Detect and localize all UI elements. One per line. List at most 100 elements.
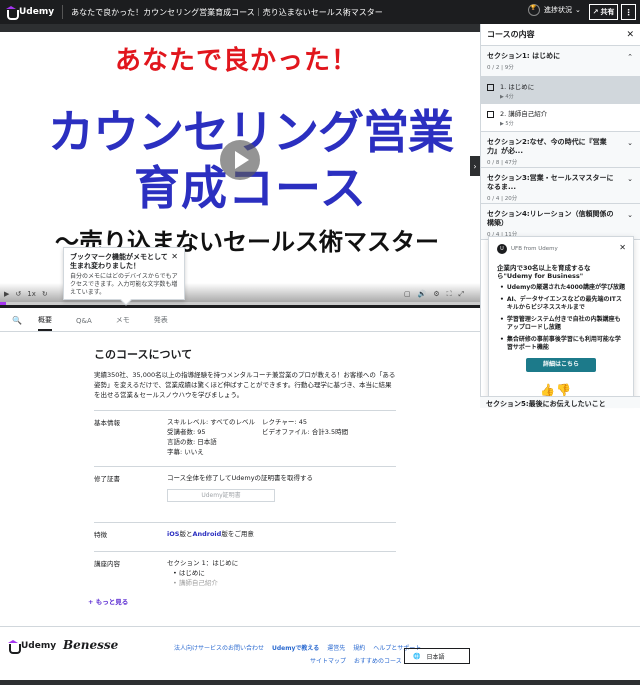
- promo-header: U UFB from Udemy: [497, 244, 625, 254]
- globe-icon: 🌐: [413, 652, 421, 660]
- cert-label: 修了証書: [94, 475, 120, 483]
- sidebar-toggle-icon[interactable]: ›: [470, 156, 480, 176]
- tab-overview[interactable]: 概要: [38, 315, 52, 331]
- footer-udemy-logo[interactable]: Udemy: [8, 640, 57, 654]
- section-meta: 0 / 4 | 20分: [487, 196, 518, 202]
- info-col2: レクチャー: 45 ビデオファイル: 合計3.5時間: [262, 417, 348, 437]
- footer-link-teach[interactable]: Udemyで教える: [272, 643, 319, 652]
- section-2[interactable]: セクション2:なぜ、今の時代に『営業力』が必... 0 / 8 | 47分 ⌄: [481, 132, 640, 168]
- chevron-down-icon: ⌄: [627, 175, 633, 183]
- share-label: 共有: [600, 8, 615, 16]
- footer-udemy-text: Udemy: [21, 641, 57, 651]
- fullscreen-icon[interactable]: ⛶: [447, 290, 452, 299]
- footer-links-row1: 法人向けサービスのお問い合わせ Udemyで教える 運営先 規約 ヘルプとサポー…: [174, 643, 421, 652]
- search-icon[interactable]: 🔍: [12, 316, 22, 331]
- ios-link[interactable]: iOS: [167, 530, 179, 538]
- divider: [62, 5, 64, 19]
- skill-level: スキルレベル: すべてのレベル: [167, 418, 256, 426]
- cert-text: コース全体を修了してUdemyの証明書を取得する: [167, 474, 314, 482]
- settings-icon[interactable]: ⚙: [433, 290, 439, 299]
- lecture-duration: ▶ 5分: [500, 121, 514, 127]
- features-mid: 版と: [179, 530, 193, 538]
- share-icon: ↗: [592, 8, 599, 16]
- udemy-logo-icon: [6, 6, 19, 20]
- lecture-duration: ▶ 4分: [500, 94, 514, 100]
- info-col1: スキルレベル: すべてのレベル 受講者数: 95 言語の数: 日本語 字幕: い…: [167, 417, 255, 457]
- section-4[interactable]: セクション4:リレーション（信頼関係の構築） 0 / 4 | 11分 ⌄: [481, 204, 640, 240]
- section-title: セクション4:リレーション（信頼関係の構築）: [487, 210, 614, 227]
- controls-right: ▢ 🔊 ⚙ ⛶ ⤢: [404, 290, 464, 299]
- android-link[interactable]: Android: [192, 530, 221, 538]
- lecture-item-1[interactable]: 1. はじめに ▶ 4分: [481, 77, 640, 104]
- footer-link-sitemap[interactable]: サイトマップ: [310, 656, 346, 665]
- forward-icon[interactable]: ↻: [42, 290, 48, 298]
- about-description: 実績350社、35,000名以上の指導経験を持つメンタルコーチ兼営業のプロが教え…: [94, 371, 396, 399]
- thumbs-up-icon[interactable]: 👍: [540, 383, 555, 397]
- list-item: 集合研修の事前事後学習にも利用可能な学習サポート機能: [500, 336, 625, 352]
- promo-from: UFB from Udemy: [511, 246, 558, 252]
- footer-link-terms[interactable]: 規約: [353, 643, 365, 652]
- lecture-title: 1. はじめに: [500, 83, 535, 91]
- share-button[interactable]: ↗ 共有: [589, 4, 618, 20]
- tab-bar: 🔍 概要 Q&A メモ 発表: [0, 308, 480, 332]
- features-row: 特徴 iOS版とAndroid版をご用意: [94, 522, 396, 550]
- chevron-up-icon: ⌃: [627, 53, 633, 61]
- show-more-link[interactable]: + もっと見る: [88, 596, 128, 606]
- bottom-bar: [0, 680, 640, 685]
- course-title[interactable]: あなたで良かった！カウンセリング営業育成コース｜売り込まないセールス術マスター: [71, 7, 383, 18]
- footer-link-company[interactable]: 運営先: [327, 643, 345, 652]
- list-item: Udemyの厳選された4000講座が学び放題: [500, 284, 625, 292]
- tab-notes[interactable]: メモ: [116, 315, 130, 331]
- progress-label: 進捗状況: [544, 6, 572, 14]
- trophy-icon: [528, 4, 540, 16]
- play-icon[interactable]: [220, 140, 260, 180]
- progress-button[interactable]: 進捗状況 ⌄: [528, 4, 581, 16]
- sidebar-header: コースの内容 ✕: [481, 24, 640, 46]
- more-icon: ⋮: [624, 7, 633, 17]
- rewind-icon[interactable]: ↺: [15, 290, 21, 298]
- close-icon[interactable]: ✕: [619, 243, 626, 252]
- bookmark-tooltip: ブックマーク機能がメモとして生まれ変わりました！ 自分のメモにはどのデバイスから…: [63, 247, 185, 306]
- lecture-title: 2. 講師自己紹介: [500, 110, 548, 118]
- chevron-down-icon: ⌄: [575, 6, 581, 14]
- curriculum-label: 講座内容: [94, 560, 120, 568]
- section-3[interactable]: セクション3:営業・セールスマスターになるま... 0 / 4 | 20分 ⌄: [481, 168, 640, 204]
- lecture-item-2[interactable]: 2. 講師自己紹介 ▶ 5分: [481, 104, 640, 132]
- about-section: このコースについて 実績350社、35,000名以上の指導経験を持つメンタルコー…: [94, 346, 396, 400]
- tab-announcements[interactable]: 発表: [154, 315, 168, 331]
- tooltip-title: ブックマーク機能がメモとして生まれ変わりました！: [70, 253, 168, 270]
- list-item: 学習管理システム付きで自社の内製講座もアップロードし放題: [500, 316, 625, 332]
- language-selector[interactable]: 🌐 日本語: [404, 648, 470, 664]
- video-length: ビデオファイル: 合計3.5時間: [262, 428, 349, 436]
- play-control-icon[interactable]: ▶: [4, 290, 9, 298]
- section-1[interactable]: セクション1: はじめに 0 / 2 | 9分 ⌃: [481, 46, 640, 77]
- cert-body: コース全体を修了してUdemyの証明書を取得する Udemy証明書: [167, 473, 313, 502]
- expand-icon[interactable]: ⤢: [459, 290, 465, 299]
- benesse-logo[interactable]: Benesse: [63, 638, 118, 652]
- details-button[interactable]: 詳細はこちら: [526, 358, 596, 372]
- speed-button[interactable]: 1x: [27, 290, 36, 298]
- close-icon[interactable]: ✕: [626, 30, 634, 40]
- lectures-count: レクチャー: 45: [262, 418, 307, 426]
- video-top-strip: [0, 24, 480, 32]
- lecture-checkbox[interactable]: [487, 84, 494, 91]
- certificate-button[interactable]: Udemy証明書: [167, 489, 275, 502]
- close-icon[interactable]: ✕: [171, 252, 178, 261]
- tab-qa[interactable]: Q&A: [76, 317, 92, 331]
- promo-title: 企業内で30名以上を育成するなら"Udemy for Business": [497, 264, 591, 280]
- more-options-button[interactable]: ⋮: [621, 4, 636, 20]
- section-5[interactable]: セクション5:最後にお伝えしたいこと: [480, 396, 640, 408]
- footer-link-business[interactable]: 法人向けサービスのお問い合わせ: [174, 643, 264, 652]
- info-label: 基本情報: [94, 419, 120, 427]
- footer-link-featured[interactable]: おすすめのコース: [354, 656, 402, 665]
- lecture-checkbox[interactable]: [487, 111, 494, 118]
- section-title: セクション1: はじめに: [487, 52, 561, 60]
- captions: 字幕: いいえ: [167, 448, 204, 456]
- thumbs-down-icon[interactable]: 👎: [556, 383, 571, 397]
- udemy-logo[interactable]: Udemy: [0, 0, 54, 24]
- footer-divider: [0, 626, 640, 627]
- list-item: • はじめに: [173, 569, 205, 577]
- captions-icon[interactable]: ▢: [404, 290, 411, 299]
- feedback-buttons: 👍 👎: [540, 383, 571, 397]
- volume-icon[interactable]: 🔊: [418, 290, 427, 299]
